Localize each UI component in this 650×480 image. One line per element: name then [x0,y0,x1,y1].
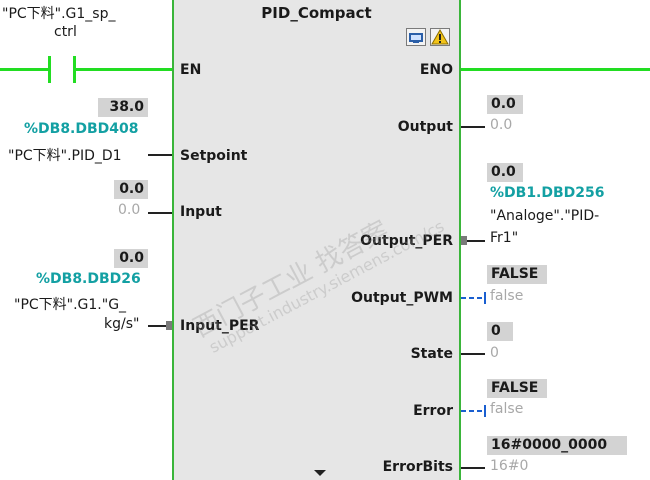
pin-state: State [410,346,453,362]
output-wire [461,126,485,128]
input-param[interactable]: 0.0 [118,202,140,218]
output-per-address: %DB1.DBD256 [490,185,605,201]
output-pwm-wire [461,297,485,299]
error-wire [461,410,485,412]
en-contact-tag-line1[interactable]: "PC下料".G1_sp_ [2,3,115,23]
error-param[interactable]: false [490,401,523,417]
error-wire-end [484,405,486,417]
contact-right-bar [73,56,76,83]
commissioning-icon[interactable] [430,28,450,46]
rail-eno-segment [461,68,650,71]
pin-input: Input [180,204,222,220]
setpoint-wire [148,154,172,156]
pin-setpoint: Setpoint [180,148,248,164]
input-per-connector [166,321,172,330]
input-per-wire [148,325,168,327]
diagnostics-icon[interactable] [406,28,426,46]
output-per-tag-line2[interactable]: Fr1" [490,230,518,246]
errorbits-value: 16#0000_0000 [487,436,627,455]
output-pwm-value: FALSE [487,265,547,284]
output-pwm-param[interactable]: false [490,288,523,304]
input-per-value: 0.0 [114,249,148,268]
rail-left-segment [0,68,48,71]
en-contact[interactable] [48,56,76,83]
setpoint-address: %DB8.DBD408 [24,121,139,137]
output-value: 0.0 [487,95,523,114]
rail-mid-segment [76,68,172,71]
error-value: FALSE [487,379,547,398]
input-wire [148,212,172,214]
errorbits-wire [461,467,485,469]
en-contact-tag-line2[interactable]: ctrl [54,24,77,40]
pin-output-pwm: Output_PWM [351,290,453,306]
pin-output: Output [397,119,453,135]
input-per-address: %DB8.DBD26 [36,271,141,287]
setpoint-value: 38.0 [98,98,148,117]
contact-left-bar [48,56,51,83]
input-value: 0.0 [114,180,148,199]
block-title: PID_Compact [261,4,372,22]
output-per-wire [467,240,485,242]
input-per-tag-line1[interactable]: "PC下料".G1."G_ [14,294,126,314]
pin-errorbits: ErrorBits [382,459,453,475]
input-per-tag-line2[interactable]: kg/s" [104,316,139,332]
output-per-value: 0.0 [487,163,523,182]
pin-error: Error [413,403,453,419]
output-param[interactable]: 0.0 [490,117,512,133]
expand-arrow-icon[interactable] [314,470,326,476]
state-param[interactable]: 0 [490,345,499,361]
state-wire [461,353,485,355]
pin-eno: ENO [419,62,453,78]
output-pwm-wire-end [484,292,486,304]
output-per-tag-line1[interactable]: "Analoge"."PID- [490,208,599,224]
pin-en: EN [180,62,202,78]
setpoint-tag[interactable]: "PC下料".PID_D1 [8,145,122,165]
state-value: 0 [487,322,513,341]
errorbits-param[interactable]: 16#0 [490,458,528,474]
